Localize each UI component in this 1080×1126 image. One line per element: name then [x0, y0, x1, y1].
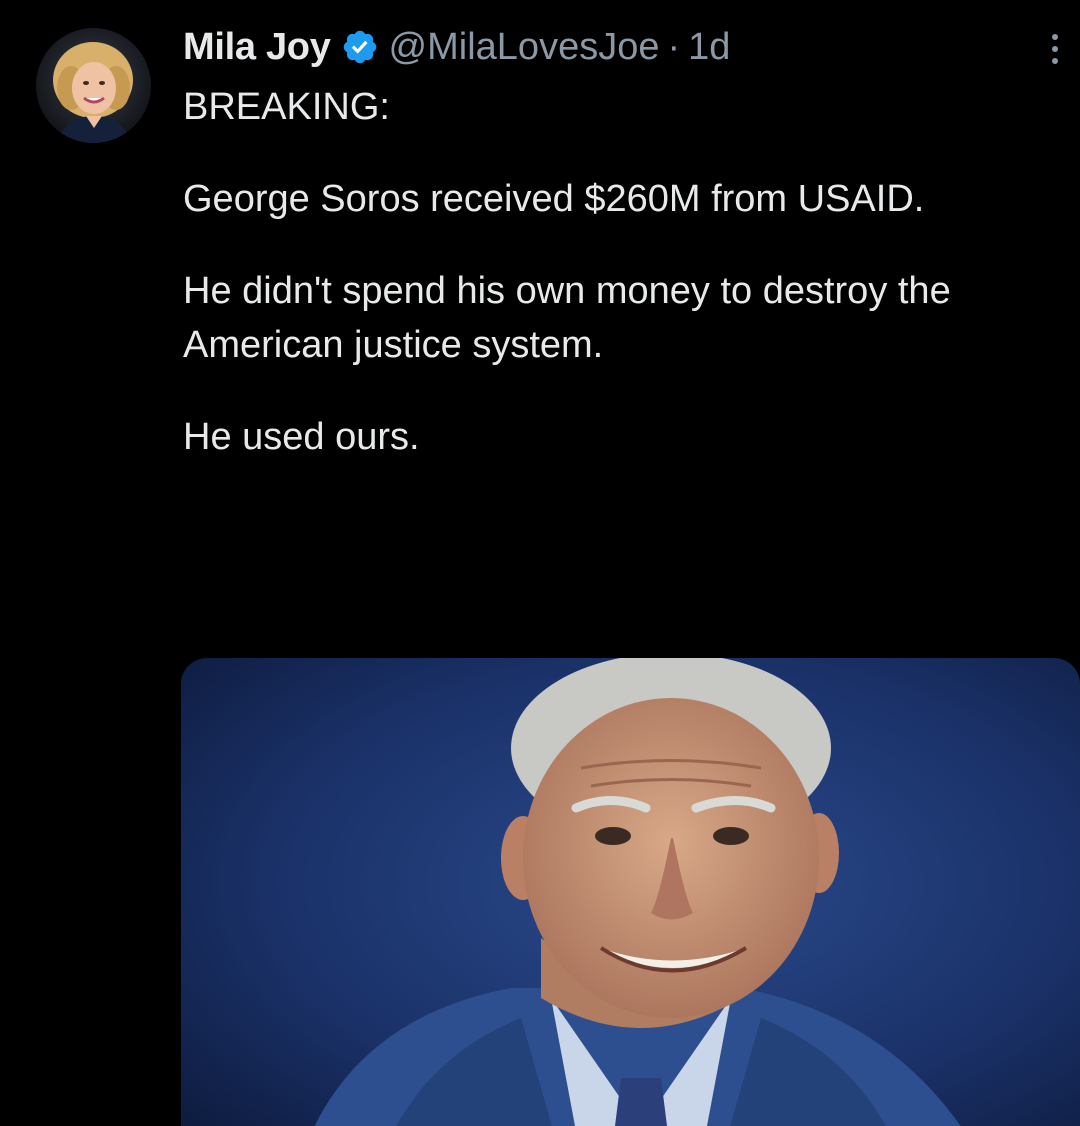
tweet-text: BREAKING: George Soros received $260M fr… — [183, 80, 1053, 464]
tweet-text-line: He didn't spend his own money to destroy… — [183, 270, 951, 366]
author-avatar[interactable] — [36, 28, 151, 143]
more-options-icon[interactable] — [1040, 26, 1070, 72]
media-photo — [181, 658, 1080, 1126]
separator-dot: · — [667, 25, 681, 68]
author-name[interactable]: Mila Joy — [183, 26, 331, 69]
tweet-media-image[interactable] — [181, 658, 1080, 1126]
verified-badge-icon[interactable] — [341, 28, 379, 66]
tweet-header: Mila Joy @MilaLovesJoe · 1d — [183, 22, 730, 72]
tweet-timestamp[interactable]: 1d — [688, 26, 730, 69]
tweet-text-line: BREAKING: — [183, 86, 390, 128]
tweet-text-line: George Soros received $260M from USAID. — [183, 178, 925, 220]
avatar-image — [36, 28, 151, 143]
author-handle[interactable]: @MilaLovesJoe — [389, 26, 660, 69]
tweet-text-line: He used ours. — [183, 416, 420, 458]
